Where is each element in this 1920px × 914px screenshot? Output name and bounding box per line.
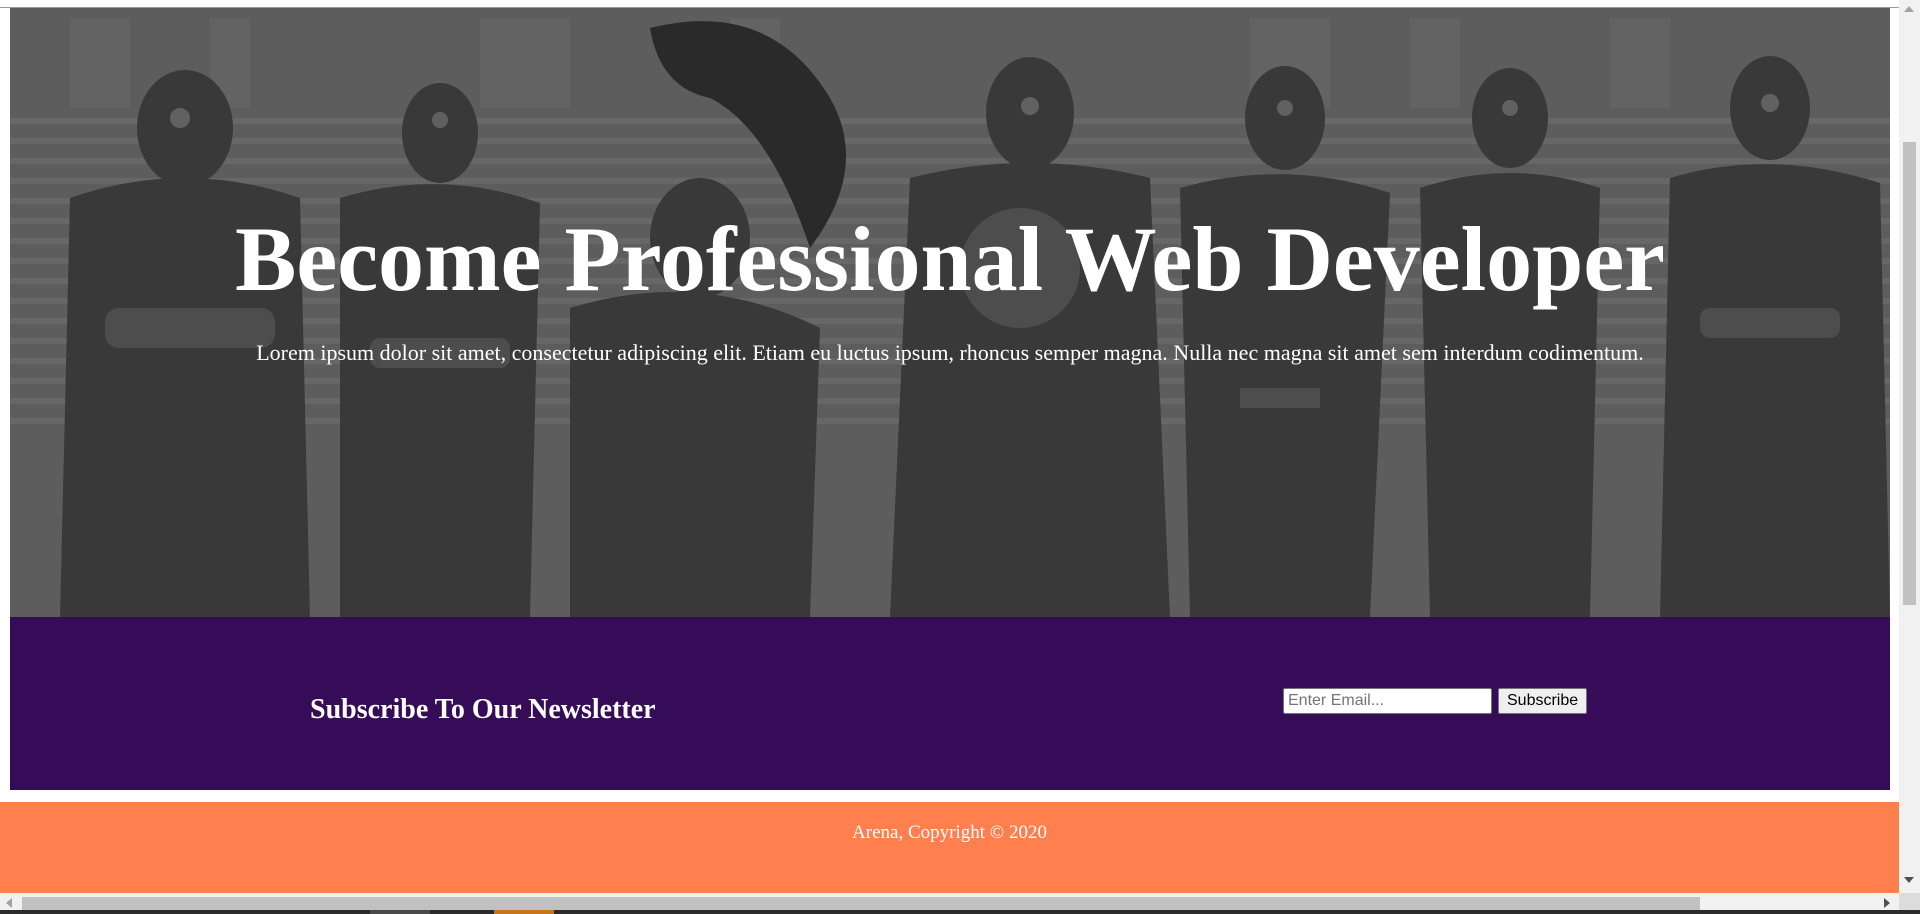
scroll-right-arrow-icon[interactable] — [1884, 898, 1890, 908]
subscribe-button[interactable]: Subscribe — [1498, 688, 1588, 714]
scroll-up-arrow-icon[interactable] — [1904, 6, 1914, 12]
top-header-strip — [0, 0, 1899, 8]
scroll-down-arrow-icon[interactable] — [1904, 877, 1914, 883]
footer: Arena, Copyright © 2020 — [0, 802, 1899, 893]
horizontal-scroll-thumb[interactable] — [22, 897, 1700, 910]
hero-banner: Become Professional Web Developer Lorem … — [10, 8, 1890, 617]
taskbar-edge — [0, 910, 1920, 914]
hero-description: Lorem ipsum dolor sit amet, consectetur … — [256, 340, 1644, 365]
page-viewport: Become Professional Web Developer Lorem … — [0, 0, 1899, 893]
hero-title: Become Professional Web Developer — [235, 208, 1665, 310]
taskbar-item[interactable] — [370, 910, 430, 914]
newsletter-section: Subscribe To Our Newsletter Subscribe — [10, 617, 1890, 790]
vertical-scroll-thumb[interactable] — [1903, 142, 1916, 605]
footer-copyright: Arena, Copyright © 2020 — [852, 822, 1047, 843]
email-input[interactable] — [1283, 688, 1492, 714]
taskbar-item-active[interactable] — [494, 910, 554, 914]
newsletter-form: Subscribe — [1283, 688, 1588, 714]
scroll-left-arrow-icon[interactable] — [6, 898, 12, 908]
vertical-scrollbar[interactable] — [1899, 0, 1920, 893]
newsletter-title: Subscribe To Our Newsletter — [310, 694, 656, 725]
